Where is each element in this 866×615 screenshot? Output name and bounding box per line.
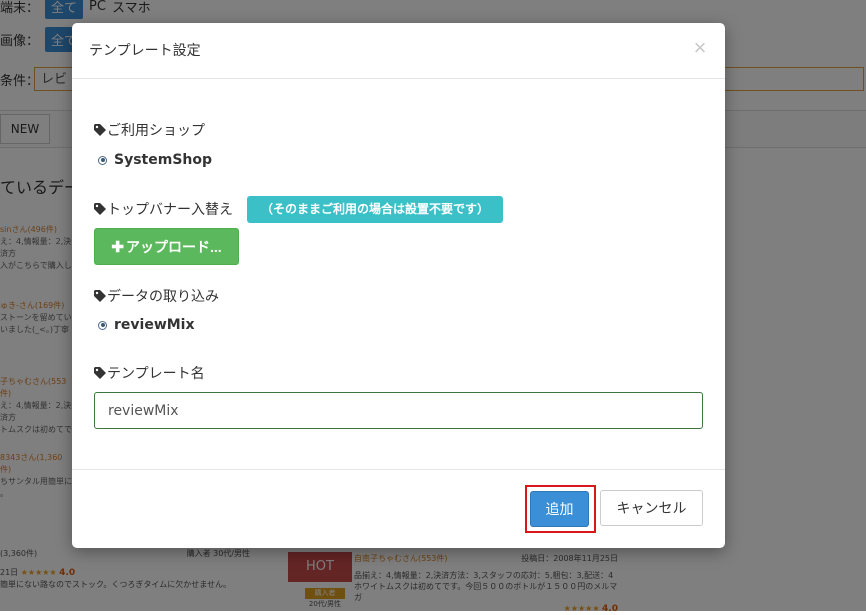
upload-button[interactable]: ✚ アップロード... <box>94 228 239 265</box>
template-name-input[interactable] <box>94 392 703 429</box>
add-button[interactable]: 追加 <box>530 491 589 527</box>
template-settings-modal: テンプレート設定 × ご利用ショップ SystemShop トップバナー入替え … <box>72 23 725 548</box>
import-radio[interactable] <box>98 320 107 330</box>
cancel-button[interactable]: キャンセル <box>600 490 703 526</box>
tag-icon <box>94 367 106 379</box>
banner-note-badge: （そのままご利用の場合は設置不要です） <box>247 196 504 223</box>
shop-section-text: ご利用ショップ <box>107 123 205 139</box>
import-section-text: データの取り込み <box>107 289 219 305</box>
import-option-row[interactable]: reviewMix <box>98 317 195 333</box>
tag-icon <box>94 290 106 302</box>
modal-header: テンプレート設定 × <box>72 23 725 79</box>
shop-section-label: ご利用ショップ <box>94 120 205 140</box>
template-name-label: テンプレート名 <box>94 363 205 383</box>
close-icon: × <box>693 35 707 60</box>
upload-button-label: アップロード... <box>125 238 222 255</box>
modal-footer-divider <box>72 469 725 470</box>
template-name-text: テンプレート名 <box>107 366 205 382</box>
plus-icon: ✚ <box>111 238 124 256</box>
shop-radio[interactable] <box>98 155 107 165</box>
close-button[interactable]: × <box>689 37 711 59</box>
tag-icon <box>94 203 106 215</box>
import-section-label: データの取り込み <box>94 286 219 306</box>
shop-option-label: SystemShop <box>114 152 213 168</box>
banner-section-label: トップバナー入替え <box>94 199 233 219</box>
import-option-label: reviewMix <box>114 317 195 333</box>
shop-option-row[interactable]: SystemShop <box>98 152 212 168</box>
banner-section-text: トップバナー入替え <box>107 202 233 218</box>
modal-title: テンプレート設定 <box>89 43 201 59</box>
tag-icon <box>94 124 106 136</box>
